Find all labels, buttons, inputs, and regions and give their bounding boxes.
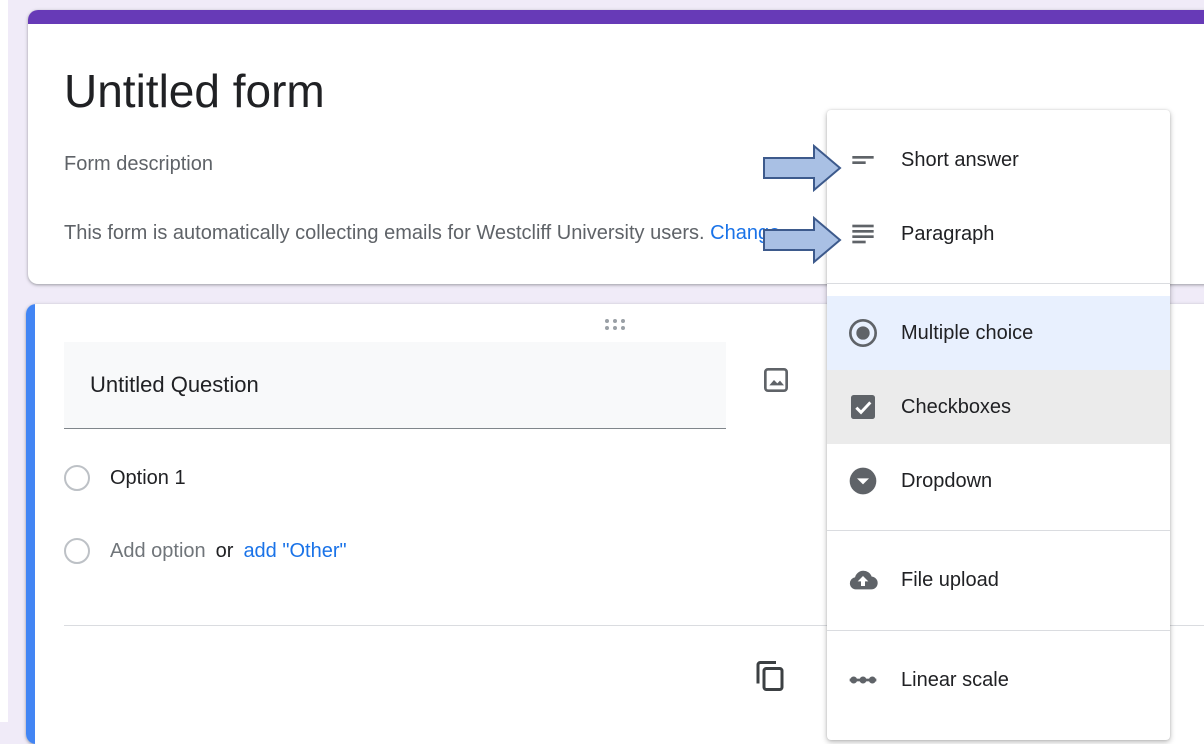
menu-item-multiple-choice[interactable]: Multiple choice [827, 296, 1170, 370]
short-answer-icon [852, 156, 874, 164]
form-title[interactable]: Untitled form [64, 68, 325, 114]
option-label[interactable]: Option 1 [110, 467, 186, 490]
menu-item-label: Dropdown [901, 469, 993, 492]
question-title-text: Untitled Question [90, 372, 259, 397]
menu-item-label: Multiple choice [901, 321, 1034, 344]
menu-item-linear-scale[interactable]: Linear scale [827, 643, 1170, 717]
linear-scale-icon [849, 676, 877, 684]
radio-button-icon [64, 465, 90, 491]
callout-arrow-icon [763, 144, 842, 192]
radio-button-icon [64, 538, 90, 564]
question-type-menu: Short answer Paragraph Multiple choice C… [827, 110, 1170, 740]
menu-item-label: Paragraph [901, 222, 995, 245]
email-collection-text: This form is automatically collecting em… [64, 222, 705, 244]
duplicate-icon[interactable] [752, 658, 788, 694]
drag-handle-icon[interactable] [604, 318, 630, 330]
add-other-link[interactable]: add "Other" [243, 540, 346, 563]
dropdown-icon [849, 467, 877, 495]
menu-item-checkboxes[interactable]: Checkboxes [827, 370, 1170, 444]
email-collection-note: This form is automatically collecting em… [64, 222, 780, 245]
question-title-field[interactable]: Untitled Question [64, 342, 726, 429]
add-option-button[interactable]: Add option [110, 540, 206, 563]
menu-item-short-answer[interactable]: Short answer [827, 123, 1170, 197]
or-label: or [215, 539, 234, 562]
menu-item-dropdown[interactable]: Dropdown [827, 444, 1170, 518]
add-image-icon[interactable] [760, 364, 792, 396]
callout-arrow-icon [763, 216, 842, 264]
menu-item-label: Short answer [901, 148, 1019, 171]
menu-item-paragraph[interactable]: Paragraph [827, 197, 1170, 271]
paragraph-icon [852, 224, 874, 244]
option-row[interactable]: Option 1 [64, 463, 186, 493]
menu-item-file-upload[interactable]: File upload [827, 543, 1170, 617]
menu-item-label: Checkboxes [901, 395, 1012, 418]
menu-divider [827, 530, 1170, 531]
active-question-indicator [26, 304, 35, 744]
header-accent-bar [28, 10, 1204, 24]
cloud-upload-icon [849, 570, 878, 590]
menu-divider [827, 630, 1170, 631]
checkbox-icon [851, 395, 875, 419]
form-description[interactable]: Form description [64, 153, 213, 176]
add-option-row: Add option or add "Other" [64, 536, 347, 566]
radio-button-icon [849, 319, 877, 347]
left-margin [0, 0, 8, 722]
menu-divider [827, 283, 1170, 284]
menu-item-label: Linear scale [901, 668, 1009, 691]
menu-item-label: File upload [901, 568, 999, 591]
